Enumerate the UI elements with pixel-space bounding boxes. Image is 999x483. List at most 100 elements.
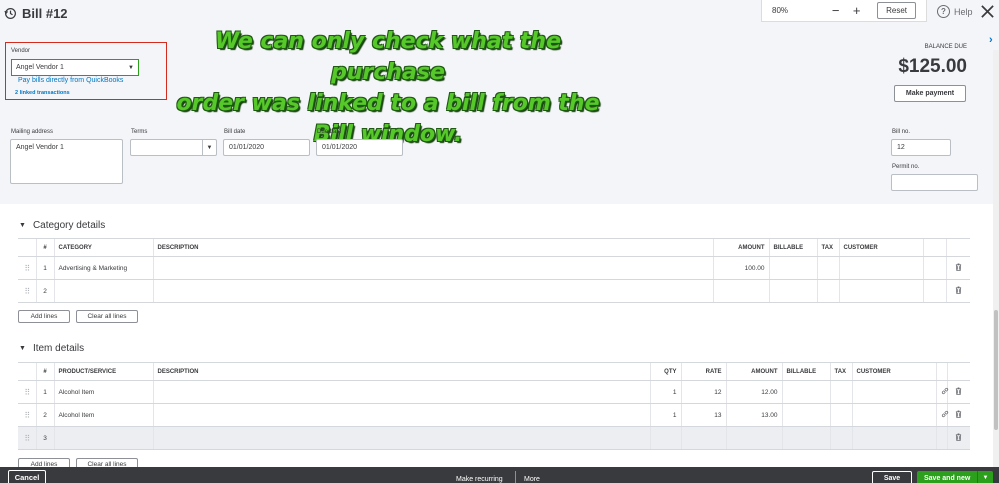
drag-handle-icon[interactable]: ⠿ <box>24 388 30 397</box>
mailing-address-field[interactable]: Angel Vendor 1 <box>10 139 123 184</box>
table-row[interactable]: ⠿ 2 Alcohol Item 1 13 13.00 <box>18 403 970 427</box>
qty-cell[interactable]: 1 <box>649 403 681 427</box>
category-add-lines-button[interactable]: Add lines <box>18 310 70 323</box>
product-cell[interactable]: Alcohol Item <box>53 380 153 404</box>
due-date-field[interactable]: 01/01/2020 <box>316 139 403 156</box>
column-header: DESCRIPTION <box>152 238 713 257</box>
customer-cell[interactable] <box>838 256 923 280</box>
permit-no-label: Permit no. <box>892 164 920 170</box>
balance-due-amount: $125.00 <box>898 56 967 77</box>
table-row[interactable]: ⠿ 1 Advertising & Marketing 100.00 <box>18 256 970 280</box>
billable-cell[interactable] <box>768 256 817 280</box>
zoom-reset-button[interactable]: Reset <box>877 2 916 19</box>
chevron-down-icon[interactable]: ▼ <box>202 140 216 155</box>
linked-transactions-link[interactable]: 2 linked transactions <box>15 90 70 96</box>
billable-cell[interactable] <box>781 403 830 427</box>
vendor-select[interactable]: Angel Vendor 1 ▼ <box>11 59 139 76</box>
amount-cell[interactable] <box>725 426 782 450</box>
amount-cell[interactable] <box>712 279 769 303</box>
zoom-in-button[interactable]: + <box>846 3 867 18</box>
row-number: 2 <box>35 403 54 427</box>
bill-no-field[interactable]: 12 <box>891 139 951 156</box>
row-number: 1 <box>35 256 54 280</box>
zoom-control: 80% − + Reset <box>761 0 927 22</box>
amount-cell[interactable]: 12.00 <box>725 380 782 404</box>
description-cell[interactable] <box>152 279 713 303</box>
product-cell[interactable] <box>53 426 153 450</box>
table-row[interactable]: ⠿ 3 <box>18 426 970 450</box>
bill-date-label: Bill date <box>224 129 246 135</box>
description-cell[interactable] <box>152 256 713 280</box>
billable-cell[interactable] <box>781 426 830 450</box>
link-icon[interactable] <box>941 387 949 395</box>
column-header: PRODUCT/SERVICE <box>53 362 153 381</box>
drag-handle-icon[interactable]: ⠿ <box>24 287 30 296</box>
zoom-out-button[interactable]: − <box>825 3 846 18</box>
category-table: # CATEGORY DESCRIPTION AMOUNT BILLABLE T… <box>18 238 970 303</box>
description-cell[interactable] <box>152 403 650 427</box>
category-details-header[interactable]: ▼ Category details <box>19 220 105 231</box>
save-button[interactable]: Save <box>872 471 912 483</box>
bill-date-field[interactable]: 01/01/2020 <box>223 139 310 156</box>
amount-cell[interactable]: 100.00 <box>712 256 769 280</box>
rate-cell[interactable] <box>680 426 726 450</box>
drag-handle-icon[interactable]: ⠿ <box>24 264 30 273</box>
pay-bills-link[interactable]: Pay bills directly from QuickBooks <box>18 77 123 84</box>
due-date-value: 01/01/2020 <box>322 144 358 151</box>
vendor-label: Vendor <box>11 48 31 54</box>
category-clear-lines-button[interactable]: Clear all lines <box>76 310 138 323</box>
trash-icon[interactable] <box>955 263 962 271</box>
description-cell[interactable] <box>152 426 650 450</box>
trash-icon[interactable] <box>955 387 962 395</box>
rate-cell[interactable]: 12 <box>680 380 726 404</box>
trash-icon[interactable] <box>955 286 962 294</box>
category-cell[interactable] <box>53 279 153 303</box>
column-header: TAX <box>829 362 852 381</box>
amount-cell[interactable]: 13.00 <box>725 403 782 427</box>
vendor-value: Angel Vendor 1 <box>16 64 64 71</box>
make-payment-button[interactable]: Make payment <box>894 85 966 102</box>
billable-cell[interactable] <box>768 279 817 303</box>
tax-cell[interactable] <box>816 279 839 303</box>
tax-cell[interactable] <box>829 380 852 404</box>
trash-icon[interactable] <box>955 410 962 418</box>
item-details-header[interactable]: ▼ Item details <box>19 343 84 354</box>
qty-cell[interactable]: 1 <box>649 380 681 404</box>
item-details-title: Item details <box>32 343 85 354</box>
terms-select[interactable]: ▼ <box>130 139 217 156</box>
scrollbar-thumb[interactable] <box>994 310 998 430</box>
customer-cell[interactable] <box>838 279 923 303</box>
chevron-down-icon[interactable]: ▼ <box>977 471 993 483</box>
help-button[interactable]: ? Help <box>937 5 973 18</box>
cancel-button[interactable]: Cancel <box>8 470 46 483</box>
permit-no-field[interactable] <box>891 174 978 191</box>
trash-icon[interactable] <box>955 433 962 441</box>
customer-cell[interactable] <box>851 403 936 427</box>
drag-handle-icon[interactable]: ⠿ <box>24 411 30 420</box>
column-header: QTY <box>649 362 681 381</box>
close-icon[interactable] <box>980 4 995 19</box>
customer-cell[interactable] <box>851 426 936 450</box>
category-cell[interactable]: Advertising & Marketing <box>53 256 153 280</box>
billable-cell[interactable] <box>781 380 830 404</box>
save-and-new-button[interactable]: Save and new ▼ <box>917 471 993 483</box>
drag-handle-icon[interactable]: ⠿ <box>24 434 30 443</box>
more-button[interactable]: More <box>524 476 540 483</box>
table-header-row: # CATEGORY DESCRIPTION AMOUNT BILLABLE T… <box>18 238 970 257</box>
link-icon[interactable] <box>941 410 949 418</box>
chevron-down-icon[interactable]: ▼ <box>124 60 138 75</box>
product-cell[interactable]: Alcohol Item <box>53 403 153 427</box>
description-cell[interactable] <box>152 380 650 404</box>
table-row[interactable]: ⠿ 2 <box>18 279 970 303</box>
tax-cell[interactable] <box>829 403 852 427</box>
rate-cell[interactable]: 13 <box>680 403 726 427</box>
make-recurring-button[interactable]: Make recurring <box>456 476 503 483</box>
tax-cell[interactable] <box>829 426 852 450</box>
qty-cell[interactable] <box>649 426 681 450</box>
chevron-right-icon[interactable]: › <box>989 34 993 46</box>
tax-cell[interactable] <box>816 256 839 280</box>
scrollbar[interactable] <box>993 50 999 467</box>
customer-cell[interactable] <box>851 380 936 404</box>
history-icon[interactable] <box>4 7 17 20</box>
table-row[interactable]: ⠿ 1 Alcohol Item 1 12 12.00 <box>18 380 970 404</box>
